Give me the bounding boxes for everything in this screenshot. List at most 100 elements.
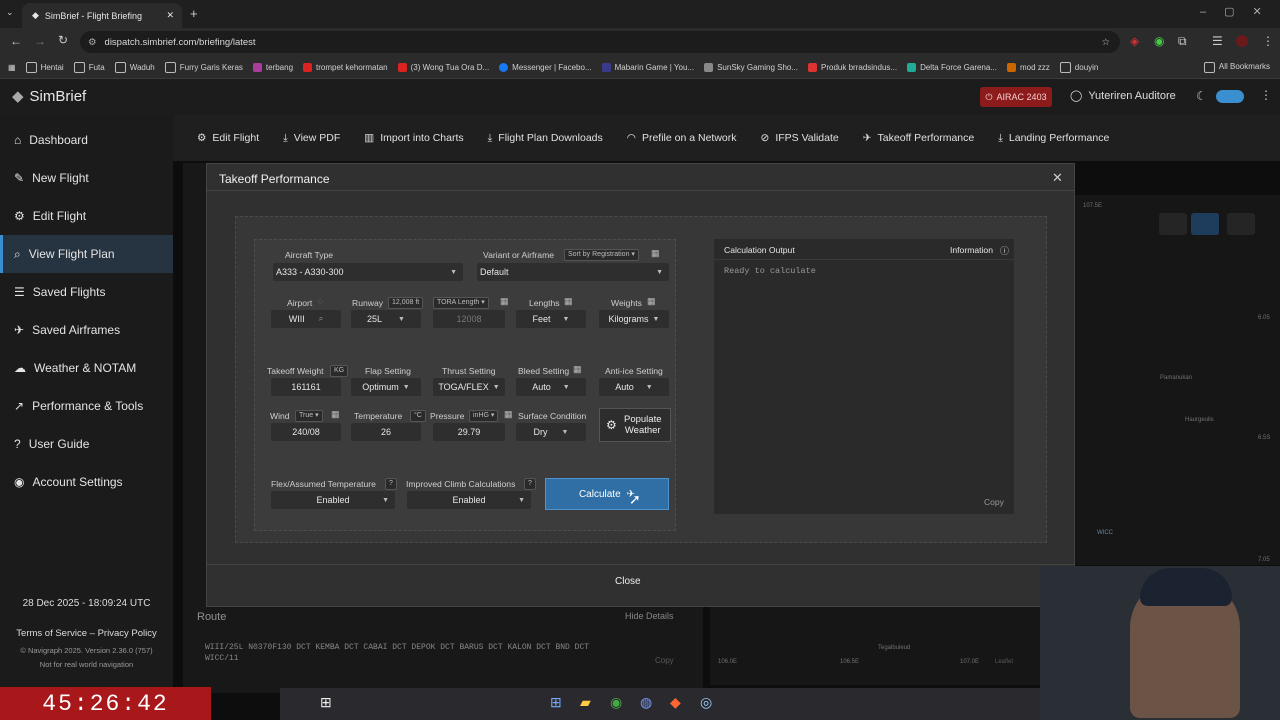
close-tab-icon[interactable]: ✕ [166,10,174,21]
wind-mode-select[interactable]: True ▾ [295,410,323,422]
tab-view-pdf[interactable]: ⤓ View PDF [283,132,340,145]
sort-select[interactable]: Sort by Registration ▾ [564,249,639,261]
extension-icon[interactable]: ◉ [1154,34,1164,48]
calendar-icon[interactable]: ▦ [564,296,573,307]
bookmark-item[interactable]: Waduh [114,61,155,73]
sidebar-item-dashboard[interactable]: ⌂ Dashboard [0,121,173,159]
sidebar-item-user-guide[interactable]: ? User Guide [0,425,173,463]
tab-edit-flight[interactable]: ⚙ Edit Flight [197,132,259,144]
back-icon[interactable]: ← [10,34,22,48]
flap-select[interactable]: Optimum ▼ [351,378,421,396]
extension-icon[interactable]: ◈ [1130,34,1139,48]
sidebar-item-performance-tools[interactable]: ↗ Performance & Tools [0,387,173,425]
populate-weather-button[interactable]: ⚙ Populate Weather [599,408,671,442]
airport-field[interactable]: WIII ⌕ [271,310,341,328]
runway-select[interactable]: 25L ▼ [351,310,421,328]
forward-icon[interactable]: → [34,34,46,48]
weights-select[interactable]: Kilograms ▼ [599,310,669,328]
information-label[interactable]: Information [950,245,993,255]
bookmark-item[interactable]: Delta Force Garena... [907,62,997,72]
takeoff-weight-field[interactable]: 161161 [271,378,341,396]
bookmark-item[interactable]: Mabarin Game | You... [601,62,694,72]
brave-icon[interactable]: ◆ [670,694,681,711]
bookmark-item[interactable]: trompet kehormatan [303,62,388,72]
bookmark-star-icon[interactable]: ☆ [1101,37,1110,48]
browser-icon[interactable]: ◉ [610,694,622,711]
anti-ice-select[interactable]: Auto ▼ [599,378,669,396]
steam-icon[interactable]: ◎ [700,694,712,711]
bookmark-item[interactable]: mod zzz [1007,62,1050,72]
airac-badge[interactable]: ⏻ AIRAC 2403 [980,87,1052,107]
sidebar-item-edit-flight[interactable]: ⚙ Edit Flight [0,197,173,235]
variant-select[interactable]: Default ▼ [477,263,669,281]
sidebar-item-account-settings[interactable]: ◉ Account Settings [0,463,173,501]
sidebar-item-saved-flights[interactable]: ☰ Saved Flights [0,273,173,311]
thrust-select[interactable]: TOGA/FLEX ▼ [433,378,505,396]
tab-flight-plan-downloads[interactable]: ⤓ Flight Plan Downloads [488,132,603,145]
terms-link[interactable]: Terms of Service [16,628,87,639]
privacy-link[interactable]: Privacy Policy [98,628,157,639]
help-icon[interactable]: ? [385,478,397,490]
bleed-select[interactable]: Auto ▼ [516,378,586,396]
tora-field[interactable]: 12008 [433,310,505,328]
temperature-field[interactable]: 26 [351,423,421,441]
copy-output-button[interactable]: Copy [984,497,1004,507]
browser-menu-icon[interactable]: ⋮ [1262,34,1274,48]
surface-select[interactable]: Dry ▼ [516,423,586,441]
calendar-icon[interactable]: ▦ [573,364,582,375]
tab-import-charts[interactable]: ▥ Import into Charts [364,132,463,144]
calendar-icon[interactable]: ▦ [504,409,513,420]
flex-select[interactable]: Enabled ▼ [271,491,395,509]
browser-tab[interactable]: ◆ SimBrief - Flight Briefing ✕ [22,3,182,28]
bookmark-item[interactable]: SunSky Gaming Sho... [704,62,798,72]
bookmark-item[interactable]: Futa [73,61,105,73]
simbrief-logo[interactable]: ◆ SimBrief [12,87,86,106]
calendar-icon[interactable]: ▦ [647,296,656,307]
url-field[interactable]: ⚙ dispatch.simbrief.com/briefing/latest … [80,31,1120,53]
app-icon[interactable]: ⊞ [550,694,562,711]
profile-avatar[interactable] [1236,35,1248,47]
tab-landing-performance[interactable]: ⤓ Landing Performance [998,132,1109,145]
calculate-button[interactable]: Calculate ✈ [545,478,669,510]
calendar-icon[interactable]: ▦ [331,409,340,420]
climb-select[interactable]: Enabled ▼ [407,491,531,509]
user-menu[interactable]: ◯ Yuteriren Auditore [1070,89,1176,103]
lengths-select[interactable]: Feet ▼ [516,310,586,328]
window-controls[interactable]: –▢✕ [1200,5,1280,18]
reload-icon[interactable]: ↻ [58,33,68,47]
sidebar-item-new-flight[interactable]: ✎ New Flight [0,159,173,197]
info-icon[interactable]: ⓘ [1000,244,1009,257]
bookmark-item[interactable]: Produk brradsindus... [808,62,897,72]
apps-grid-icon[interactable]: ▦ [8,63,16,72]
close-icon[interactable]: ✕ [1052,170,1063,186]
tora-length-select[interactable]: TORA Length ▾ [433,297,489,309]
site-info-icon[interactable]: ⚙ [88,37,97,48]
bookmark-item[interactable]: terbang [252,62,293,72]
all-bookmarks[interactable]: All Bookmarks [1203,61,1270,73]
extensions-puzzle-icon[interactable]: ⧉ [1178,34,1187,49]
aircraft-type-select[interactable]: A333 - A330-300 ▼ [273,263,463,281]
bookmark-item[interactable]: Hentai [25,61,64,73]
windows-start-icon[interactable]: ⊞ [320,694,332,711]
calendar-icon[interactable]: ▦ [651,248,660,259]
tab-prefile[interactable]: ◠ Prefile on a Network [627,132,737,144]
sidebar-item-saved-airframes[interactable]: ✈ Saved Airframes [0,311,173,349]
bookmark-item[interactable]: Messenger | Facebo... [499,62,592,72]
discord-icon[interactable]: ◍ [640,694,652,711]
search-icon[interactable]: ⌕ [319,314,323,324]
pressure-field[interactable]: 29.79 [433,423,505,441]
bookmark-item[interactable]: Furry Garis Keras [164,61,243,73]
tab-list-icon[interactable]: ⌄ [6,7,14,18]
calendar-icon[interactable]: ▦ [500,296,509,307]
sidebar-item-weather-notam[interactable]: ☁ Weather & NOTAM [0,349,173,387]
bookmark-item[interactable]: (3) Wong Tua Ora D... [397,62,489,72]
folder-icon[interactable]: ▰ [580,694,591,711]
theme-toggle[interactable] [1216,90,1244,103]
wind-field[interactable]: 240/08 [271,423,341,441]
new-tab-icon[interactable]: + [190,6,198,21]
pressure-unit-select[interactable]: inHG ▾ [469,410,499,422]
bookmark-item[interactable]: douyin [1059,61,1098,73]
reading-list-icon[interactable]: ☰ [1212,34,1223,48]
tab-ifps-validate[interactable]: ⊘ IFPS Validate [761,132,839,144]
close-button[interactable]: Close [615,576,641,587]
